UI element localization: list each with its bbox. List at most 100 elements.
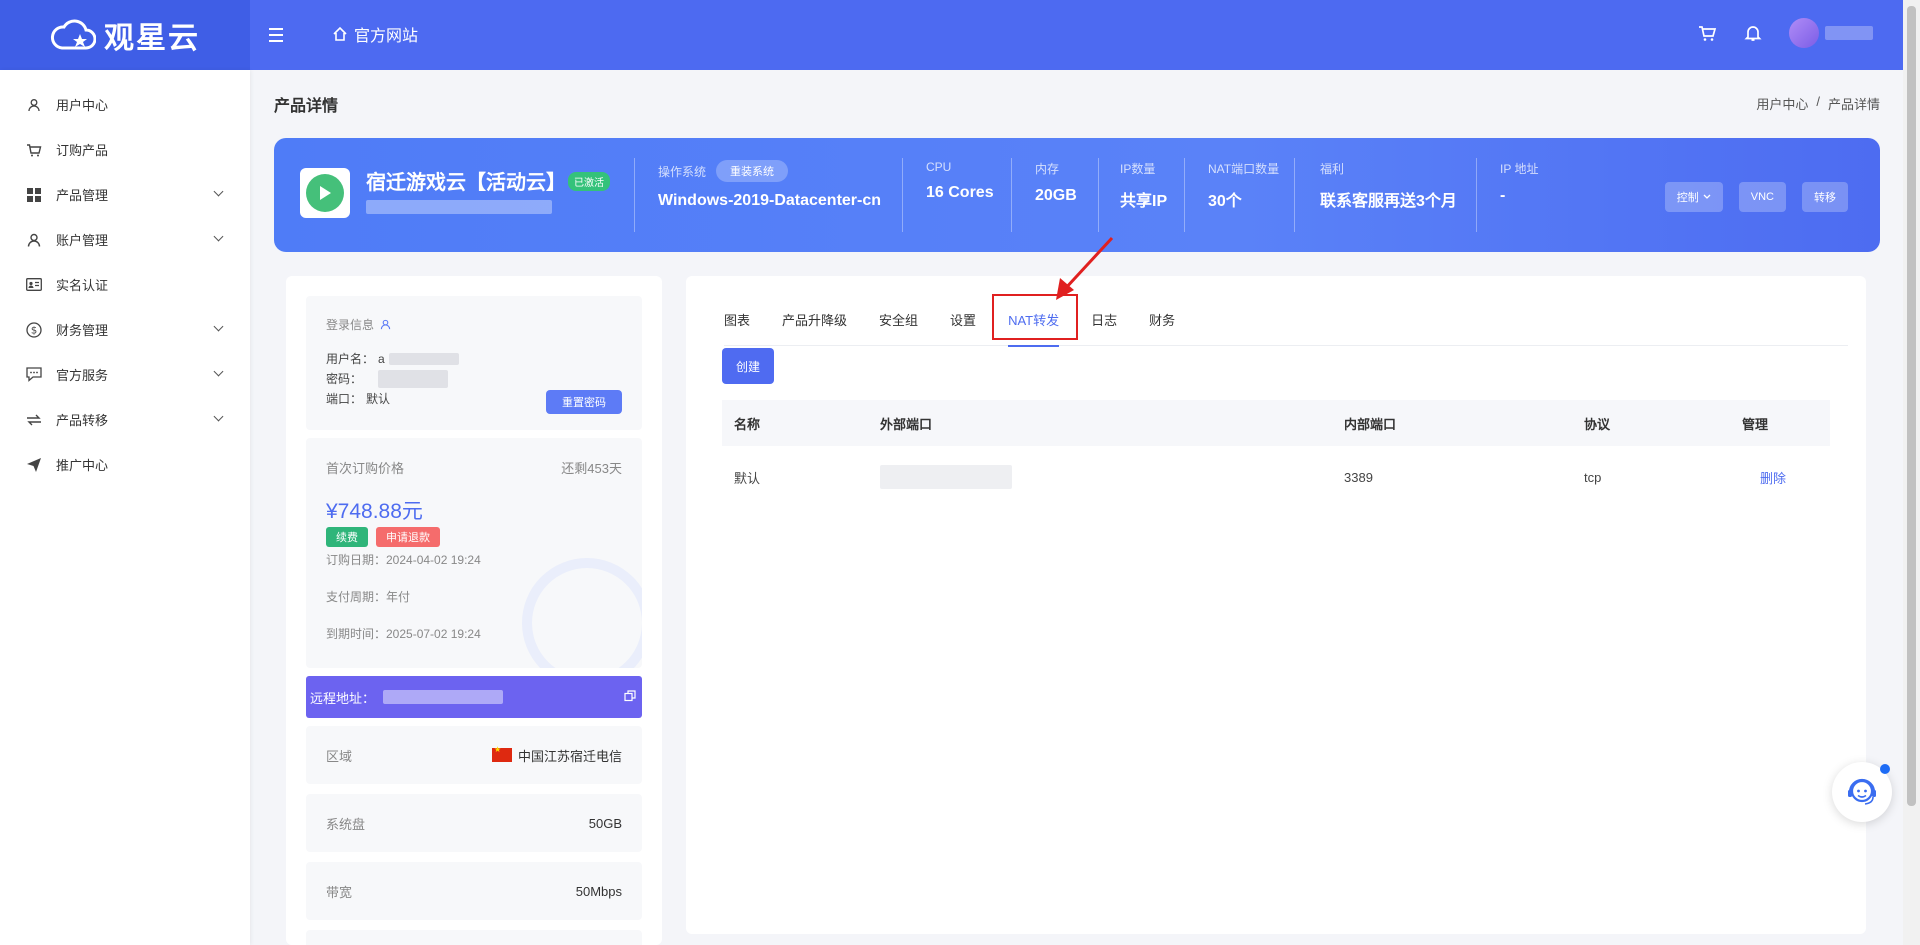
tab-security-group[interactable]: 安全组 <box>879 304 918 346</box>
top-bar: 观星云 官方网站 <box>0 0 1903 70</box>
grid-icon <box>24 187 44 202</box>
column-header: 内部端口 <box>1344 416 1397 432</box>
password-label: 密码： <box>326 372 363 386</box>
dollar-icon: $ <box>24 321 44 338</box>
china-flag-icon <box>491 745 512 762</box>
bandwidth-label: 带宽 <box>326 884 353 900</box>
sidebar-item-label: 订购产品 <box>56 143 109 158</box>
bonus-label: 福利 <box>1320 162 1345 176</box>
sidebar-item-order-product[interactable]: 订购产品 <box>0 127 250 172</box>
username-value: a <box>378 352 385 366</box>
login-info-title: 登录信息 <box>326 318 375 332</box>
server-info-panel: 登录信息 用户名： a 密码： 端口： 默认 重置密码 首次订购价格 还剩453天 … <box>286 276 662 945</box>
spec-ip-count: IP数量 共享IP <box>1120 160 1167 211</box>
cpu-value: 16 Cores <box>926 184 994 201</box>
chevron-down-icon <box>213 231 224 242</box>
banner-actions: 控制 VNC 转移 <box>1664 182 1848 212</box>
remote-address-bar: 远程地址： <box>306 676 642 718</box>
pricing-card: 首次订购价格 还剩453天 ¥748.88元 续费 申请退款 订购日期：2024… <box>306 438 642 668</box>
divider <box>1011 158 1012 232</box>
remote-address-redacted <box>383 690 504 704</box>
product-icon <box>300 168 350 218</box>
nat-table: 名称 外部端口 内部端口 协议 管理 默认 3389 tcp 删除 <box>722 400 1830 508</box>
menu-toggle-button[interactable] <box>266 22 288 48</box>
control-button[interactable]: 控制 <box>1664 182 1723 212</box>
ip-addr-label: IP 地址 <box>1500 162 1539 176</box>
control-label: 控制 <box>1676 192 1699 204</box>
cart-icon[interactable] <box>1697 23 1717 43</box>
home-icon <box>333 26 347 41</box>
page-scrollbar[interactable] <box>1903 0 1920 945</box>
spec-ip-address: IP 地址 - <box>1500 160 1538 205</box>
renew-button[interactable]: 续费 <box>326 527 368 547</box>
mem-value: 20GB <box>1035 187 1077 204</box>
sidebar-item-promotion[interactable]: 推广中心 <box>0 442 250 487</box>
scrollbar-thumb[interactable] <box>1907 6 1916 806</box>
username-label: 用户名： <box>326 352 375 366</box>
system-disk-label: 系统盘 <box>326 816 366 832</box>
customer-support-button[interactable] <box>1832 762 1892 822</box>
chevron-down-icon <box>213 411 224 422</box>
bonus-value: 联系客服再送3个月 <box>1320 193 1457 210</box>
transfer-button[interactable]: 转移 <box>1802 182 1848 212</box>
reset-password-button[interactable]: 重置密码 <box>546 390 622 414</box>
spec-nat-ports: NAT端口数量 30个 <box>1208 160 1279 211</box>
logo[interactable]: 观星云 <box>0 0 250 70</box>
sidebar-item-label: 产品转移 <box>56 413 109 428</box>
spec-memory: 内存 20GB <box>1035 160 1077 205</box>
tab-settings[interactable]: 设置 <box>950 304 976 346</box>
region-value: 中国江苏宿迁电信 <box>517 748 622 764</box>
tab-finance[interactable]: 财务 <box>1149 304 1175 346</box>
user-icon <box>24 98 44 112</box>
os-value: Windows-2019-Datacenter-cn <box>658 192 882 209</box>
sidebar-item-real-name[interactable]: 实名认证 <box>0 262 250 307</box>
tab-upgrade[interactable]: 产品升降级 <box>782 304 847 346</box>
spec-cpu: CPU 16 Cores <box>926 160 994 202</box>
table-header: 名称 外部端口 内部端口 协议 管理 <box>722 400 1830 446</box>
annotation-arrow-icon <box>1056 236 1114 300</box>
reinstall-button[interactable]: 重装系统 <box>716 160 789 182</box>
page-title: 产品详情 <box>274 98 339 115</box>
spec-os: 操作系统 重装系统 Windows-2019-Datacenter-cn <box>658 160 881 210</box>
sidebar-item-account-management[interactable]: 账户管理 <box>0 217 250 262</box>
divider <box>1476 158 1477 232</box>
user-menu[interactable] <box>1789 18 1873 48</box>
sidebar-item-product-management[interactable]: 产品管理 <box>0 172 250 217</box>
sidebar-item-user-center[interactable]: 用户中心 <box>0 82 250 127</box>
sidebar-item-finance[interactable]: $ 财务管理 <box>0 307 250 352</box>
bandwidth-row: 带宽 50Mbps <box>306 862 642 920</box>
product-name: 宿迁游戏云【活动云】 <box>366 172 566 194</box>
refund-button[interactable]: 申请退款 <box>376 527 440 547</box>
system-disk-row: 系统盘 50GB <box>306 794 642 852</box>
create-button[interactable]: 创建 <box>722 348 774 384</box>
delete-link[interactable]: 删除 <box>1742 471 1786 486</box>
breadcrumb-user-center[interactable]: 用户中心 <box>1756 94 1808 113</box>
nat-label: NAT端口数量 <box>1208 162 1280 176</box>
tab-logs[interactable]: 日志 <box>1091 304 1117 346</box>
send-icon <box>24 457 44 473</box>
vnc-button[interactable]: VNC <box>1738 182 1786 212</box>
username-redacted <box>388 353 459 365</box>
remaining-days: 还剩453天 <box>561 461 622 476</box>
sidebar-item-official-service[interactable]: 官方服务 <box>0 352 250 397</box>
ip-count-value: 共享IP <box>1120 193 1168 210</box>
notification-dot <box>1880 764 1890 774</box>
avatar <box>1789 18 1819 48</box>
cloud-logo-icon <box>50 19 96 50</box>
username-redacted <box>1825 26 1873 40</box>
cell-external-port <box>880 465 1344 489</box>
sidebar-item-label: 官方服务 <box>56 368 109 383</box>
copy-icon[interactable] <box>624 690 636 702</box>
bell-icon[interactable] <box>1743 23 1763 43</box>
system-disk-value: 50GB <box>588 815 622 831</box>
cell-protocol: tcp <box>1584 469 1602 485</box>
tab-chart[interactable]: 图表 <box>724 304 750 346</box>
cart-icon <box>24 142 44 158</box>
login-info-card: 登录信息 用户名： a 密码： 端口： 默认 重置密码 <box>306 296 642 430</box>
chevron-down-icon <box>213 186 224 197</box>
official-site-link[interactable]: 官方网站 <box>332 22 418 46</box>
sidebar-item-product-transfer[interactable]: 产品转移 <box>0 397 250 442</box>
chevron-down-icon <box>213 366 224 377</box>
region-row: 区域 中国江苏宿迁电信 <box>306 726 642 784</box>
sidebar-item-label: 用户中心 <box>56 98 109 113</box>
